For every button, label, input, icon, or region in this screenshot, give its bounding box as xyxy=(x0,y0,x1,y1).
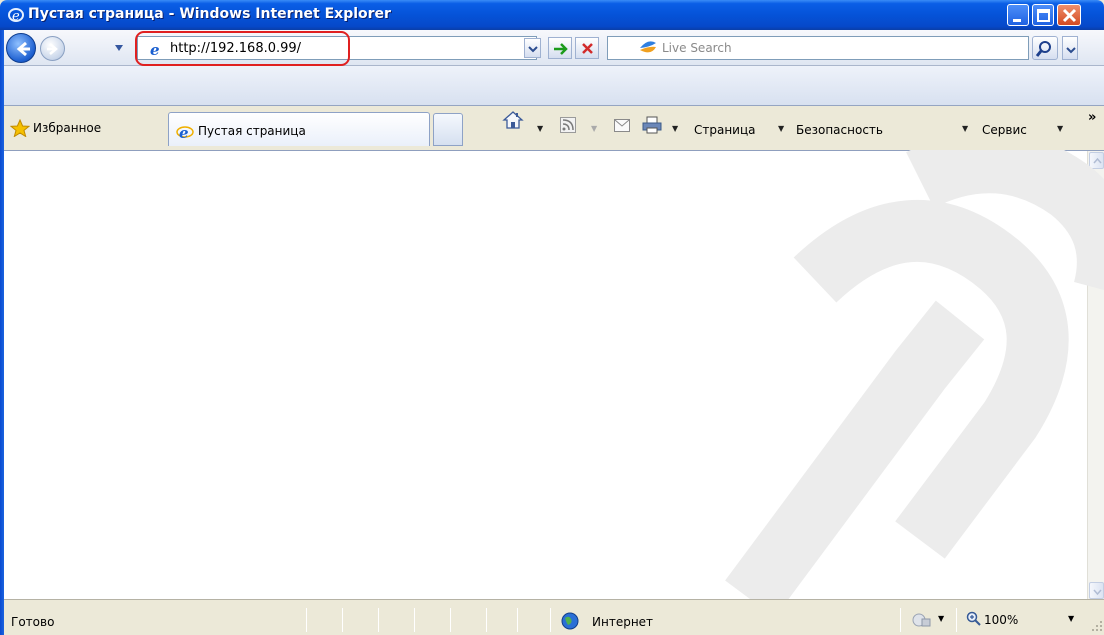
ie-logo-icon: e xyxy=(176,124,194,139)
overflow-chevron-icon[interactable]: » xyxy=(1088,110,1096,125)
status-divider xyxy=(306,608,307,632)
new-tab-button[interactable] xyxy=(433,113,463,146)
protected-mode-icon[interactable] xyxy=(911,612,933,628)
favorites-button[interactable]: Избранное xyxy=(33,121,101,135)
maximize-icon xyxy=(1037,9,1050,22)
address-dropdown-button[interactable] xyxy=(524,38,541,58)
close-icon xyxy=(1062,8,1077,23)
stop-button[interactable] xyxy=(575,37,599,59)
chevron-down-icon xyxy=(1066,47,1076,54)
close-button[interactable] xyxy=(1057,4,1081,26)
rss-icon[interactable] xyxy=(560,117,576,133)
ie-window: e Пустая страница - Windows Internet Exp… xyxy=(0,0,1104,635)
globe-icon xyxy=(561,612,579,630)
mail-icon[interactable] xyxy=(614,119,630,132)
home-dropdown-icon[interactable]: ▼ xyxy=(537,124,543,133)
search-placeholder[interactable]: Live Search xyxy=(662,41,732,55)
forward-button[interactable] xyxy=(40,36,65,61)
status-divider xyxy=(550,608,551,632)
live-search-logo-icon xyxy=(640,41,656,53)
protected-mode-dropdown-icon[interactable]: ▼ xyxy=(938,614,944,623)
minimize-button[interactable] xyxy=(1007,4,1029,26)
tab-label[interactable]: Пустая страница xyxy=(198,124,306,138)
tools-menu-arrow-icon: ▼ xyxy=(1057,124,1064,133)
search-button[interactable] xyxy=(1032,36,1058,60)
magnifier-icon xyxy=(1035,41,1051,57)
svg-text:e: e xyxy=(12,9,20,23)
status-divider xyxy=(900,608,901,632)
printer-icon[interactable] xyxy=(642,116,662,134)
go-arrow-icon xyxy=(554,43,568,55)
status-divider xyxy=(378,608,379,632)
status-divider xyxy=(414,608,415,632)
home-icon[interactable] xyxy=(502,110,524,130)
zoom-icon[interactable] xyxy=(966,611,982,627)
safety-menu-arrow-icon: ▼ xyxy=(962,124,969,133)
status-divider xyxy=(342,608,343,632)
security-zone-text[interactable]: Интернет xyxy=(592,615,653,629)
stop-x-icon xyxy=(582,43,593,54)
back-arrow-icon xyxy=(16,41,30,57)
history-dropdown-icon[interactable] xyxy=(114,44,124,52)
minimize-icon xyxy=(1013,19,1021,22)
status-divider xyxy=(450,608,451,632)
status-divider xyxy=(956,608,957,632)
go-button[interactable] xyxy=(548,37,572,59)
page-menu-arrow-icon: ▼ xyxy=(778,124,785,133)
forward-arrow-icon xyxy=(47,43,58,55)
bp-watermark-logo xyxy=(725,150,1104,599)
rss-dropdown-icon[interactable]: ▼ xyxy=(591,124,597,133)
window-title: Пустая страница - Windows Internet Explo… xyxy=(28,6,391,22)
ie-logo-icon: e xyxy=(8,8,24,23)
status-divider xyxy=(486,608,487,632)
status-bar: Готово Интернет ▼ 100% ▼ xyxy=(4,599,1104,635)
tab-command-bar xyxy=(4,66,1104,106)
search-options-button[interactable] xyxy=(1062,36,1078,60)
url-highlight-outline xyxy=(135,31,350,66)
svg-text:e: e xyxy=(179,124,189,139)
status-text: Готово xyxy=(11,615,55,629)
page-menu[interactable]: Страница xyxy=(694,123,756,137)
print-dropdown-icon[interactable]: ▼ xyxy=(672,124,678,133)
title-bar[interactable]: e Пустая страница - Windows Internet Exp… xyxy=(0,0,1104,30)
maximize-button[interactable] xyxy=(1032,4,1054,26)
zoom-dropdown-icon[interactable]: ▼ xyxy=(1068,614,1074,623)
safety-menu[interactable]: Безопасность xyxy=(796,123,883,137)
star-icon xyxy=(10,119,30,137)
back-button[interactable] xyxy=(6,33,36,63)
chevron-down-icon xyxy=(528,46,538,53)
status-divider xyxy=(517,608,518,632)
zoom-level[interactable]: 100% xyxy=(984,613,1018,627)
tools-menu[interactable]: Сервис xyxy=(982,123,1027,137)
resize-grip-icon[interactable] xyxy=(1091,620,1103,632)
